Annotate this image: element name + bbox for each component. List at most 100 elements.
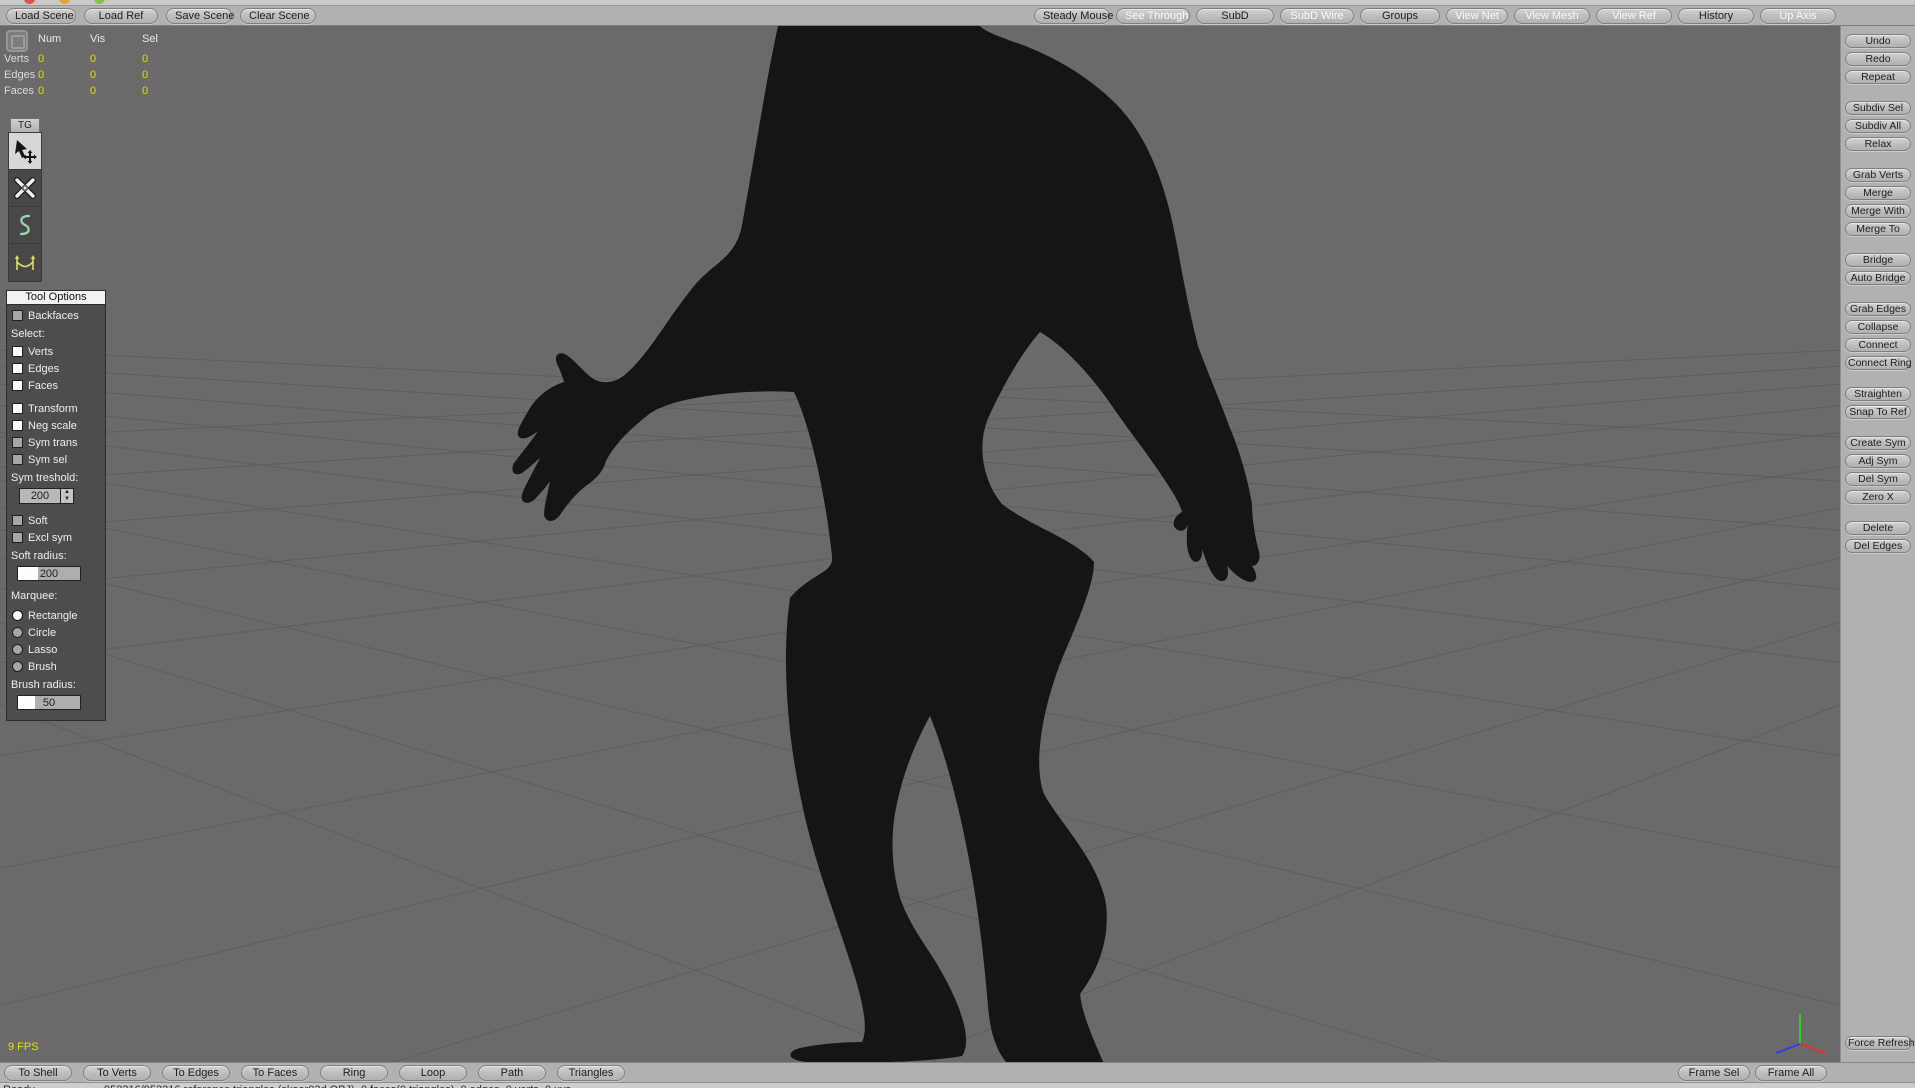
edit-actions-panel: Undo Redo Repeat Subdiv Sel Subdiv All R…	[1840, 26, 1915, 1062]
soft-radius-label: Soft radius:	[11, 550, 67, 562]
viewport-3d[interactable]: Num Vis Sel Verts 0 0 0 Edges 0 0 0 Face…	[0, 26, 1840, 1062]
select-edges-checkbox[interactable]	[12, 363, 23, 374]
force-refresh-button[interactable]: Force Refresh	[1845, 1036, 1915, 1050]
stepper-up-icon[interactable]: ▲	[64, 489, 70, 496]
soft-radius-slider[interactable]: 200	[17, 566, 81, 581]
view-mesh-toggle[interactable]: View Mesh	[1514, 8, 1590, 24]
select-verts-checkbox[interactable]	[12, 346, 23, 357]
transform-checkbox[interactable]	[12, 403, 23, 414]
edit-tool[interactable]	[9, 170, 41, 207]
snap-to-ref-button[interactable]: Snap To Ref	[1845, 405, 1911, 419]
marquee-brush-label: Brush	[28, 660, 57, 673]
to-edges-button[interactable]: To Edges	[162, 1065, 230, 1081]
to-verts-button[interactable]: To Verts	[83, 1065, 151, 1081]
merge-with-button[interactable]: Merge With	[1845, 204, 1911, 218]
marquee-lasso-label: Lasso	[28, 643, 58, 656]
grab-verts-button[interactable]: Grab Verts	[1845, 168, 1911, 182]
load-scene-button[interactable]: Load Scene	[6, 8, 76, 24]
loop-button[interactable]: Loop	[399, 1065, 467, 1081]
bridge-button[interactable]: Bridge	[1845, 253, 1911, 267]
create-sym-button[interactable]: Create Sym	[1845, 436, 1911, 450]
sym-treshold-label: Sym treshold:	[11, 472, 79, 484]
faces-num: 0	[38, 85, 45, 97]
soft-checkbox[interactable]	[12, 515, 23, 526]
auto-bridge-button[interactable]: Auto Bridge	[1845, 271, 1911, 285]
grab-edges-button[interactable]: Grab Edges	[1845, 302, 1911, 316]
zero-x-button[interactable]: Zero X	[1845, 490, 1911, 504]
save-scene-button[interactable]: Save Scene	[166, 8, 234, 24]
merge-to-button[interactable]: Merge To	[1845, 222, 1911, 236]
del-sym-button[interactable]: Del Sym	[1845, 472, 1911, 486]
subdiv-sel-button[interactable]: Subdiv Sel	[1845, 101, 1911, 115]
stepper-down-icon[interactable]: ▼	[64, 496, 70, 503]
history-button[interactable]: History	[1678, 8, 1754, 24]
marquee-rectangle-radio[interactable]	[12, 610, 23, 621]
select-edges-label: Edges	[28, 362, 60, 375]
steady-mouse-toggle[interactable]: Steady Mouse	[1034, 8, 1113, 24]
backfaces-checkbox[interactable]	[12, 310, 23, 321]
view-net-toggle[interactable]: View Net	[1446, 8, 1508, 24]
merge-button[interactable]: Merge	[1845, 186, 1911, 200]
to-faces-button[interactable]: To Faces	[241, 1065, 309, 1081]
topogun-window: Load Scene Load Ref Save Scene Clear Sce…	[0, 0, 1915, 1088]
subdiv-all-button[interactable]: Subdiv All	[1845, 119, 1911, 133]
del-edges-button[interactable]: Del Edges	[1845, 539, 1911, 553]
load-ref-button[interactable]: Load Ref	[84, 8, 158, 24]
undo-button[interactable]: Undo	[1845, 34, 1911, 48]
sym-trans-checkbox[interactable]	[12, 437, 23, 448]
sym-treshold-input[interactable]: 200	[19, 488, 61, 504]
triangles-button[interactable]: Triangles	[557, 1065, 625, 1081]
select-faces-checkbox[interactable]	[12, 380, 23, 391]
brush-radius-label: Brush radius:	[11, 679, 76, 691]
see-through-toggle[interactable]: See Through	[1116, 8, 1190, 24]
axis-gizmo-icon	[1775, 1014, 1826, 1054]
ring-button[interactable]: Ring	[320, 1065, 388, 1081]
stats-row-edges: Edges	[4, 69, 36, 81]
tool-options-title: Tool Options	[7, 291, 105, 305]
sym-sel-checkbox[interactable]	[12, 454, 23, 465]
tweak-curve-tool[interactable]	[9, 207, 41, 244]
repeat-button[interactable]: Repeat	[1845, 70, 1911, 84]
marquee-brush-radio[interactable]	[12, 661, 23, 672]
neg-scale-checkbox[interactable]	[12, 420, 23, 431]
brush-radius-value: 50	[42, 697, 56, 709]
marquee-lasso-radio[interactable]	[12, 644, 23, 655]
frame-sel-button[interactable]: Frame Sel	[1678, 1065, 1750, 1081]
faces-vis: 0	[90, 85, 97, 97]
relax-button[interactable]: Relax	[1845, 137, 1911, 151]
collapse-button[interactable]: Collapse	[1845, 320, 1911, 334]
bridge-tool[interactable]	[9, 244, 41, 281]
view-ref-toggle[interactable]: View Ref	[1596, 8, 1672, 24]
verts-sel: 0	[142, 53, 149, 65]
subd-toggle[interactable]: SubD	[1196, 8, 1274, 24]
adj-sym-button[interactable]: Adj Sym	[1845, 454, 1911, 468]
delete-button[interactable]: Delete	[1845, 521, 1911, 535]
to-shell-button[interactable]: To Shell	[4, 1065, 72, 1081]
connect-ring-button[interactable]: Connect Ring	[1845, 356, 1912, 370]
excl-sym-checkbox[interactable]	[12, 532, 23, 543]
edges-num: 0	[38, 69, 45, 81]
connect-button[interactable]: Connect	[1845, 338, 1911, 352]
curve-s-icon	[19, 214, 31, 236]
path-button[interactable]: Path	[478, 1065, 546, 1081]
move-select-tool[interactable]	[9, 133, 41, 170]
redo-button[interactable]: Redo	[1845, 52, 1911, 66]
status-bar: Ready... 952316/952316 reference triangl…	[0, 1082, 1915, 1088]
subd-wire-toggle[interactable]: SubD Wire	[1280, 8, 1354, 24]
zoom-window-icon[interactable]	[94, 0, 105, 4]
up-axis-toggle[interactable]: Up Axis	[1760, 8, 1836, 24]
edges-vis: 0	[90, 69, 97, 81]
frame-all-button[interactable]: Frame All	[1755, 1065, 1827, 1081]
brush-radius-slider[interactable]: 50	[17, 695, 81, 710]
close-window-icon[interactable]	[24, 0, 35, 4]
transform-label: Transform	[28, 402, 78, 415]
tab-tg[interactable]: TG	[10, 118, 40, 132]
sym-treshold-stepper[interactable]: ▲ ▼	[61, 488, 74, 504]
straighten-button[interactable]: Straighten	[1845, 387, 1911, 401]
neg-scale-label: Neg scale	[28, 419, 77, 432]
marquee-circle-radio[interactable]	[12, 627, 23, 638]
tool-options-panel: Tool Options Backfaces Select: Verts Edg…	[6, 290, 106, 721]
clear-scene-button[interactable]: Clear Scene	[240, 8, 316, 24]
groups-toggle[interactable]: Groups	[1360, 8, 1440, 24]
minimize-window-icon[interactable]	[59, 0, 70, 4]
